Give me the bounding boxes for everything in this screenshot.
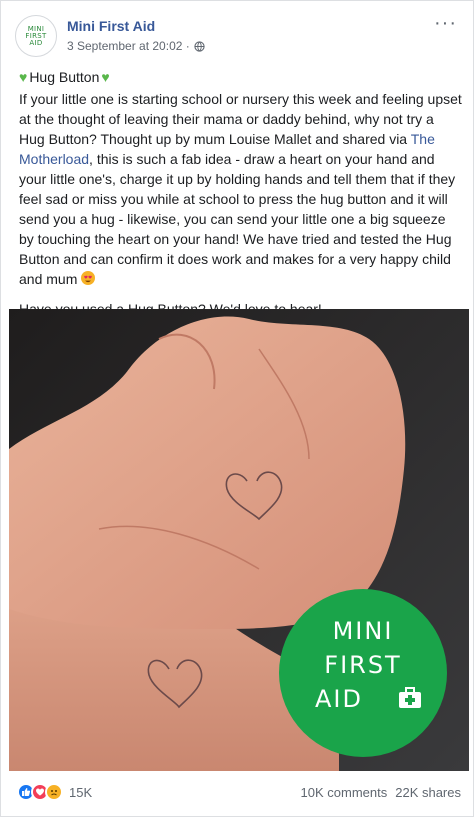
more-options-button[interactable]: ··· [434, 13, 457, 33]
post-title: Hug Button [29, 69, 100, 85]
page-name-link[interactable]: Mini First Aid [67, 18, 155, 34]
post-body: ♥ Hug Button ♥ If your little one is sta… [19, 67, 463, 319]
heart-eyes-emoji-icon [81, 271, 96, 285]
post-paragraph: If your little one is starting school or… [19, 89, 463, 289]
avatar[interactable]: MINI FIRST AID [15, 15, 57, 57]
badge-text: FIRST [324, 651, 402, 679]
badge-text: AID [315, 685, 363, 713]
post-text-part1: If your little one is starting school or… [19, 91, 462, 147]
shares-count-link[interactable]: 22K shares [395, 785, 461, 800]
sad-reaction-icon [45, 783, 63, 801]
reactions-summary[interactable]: 15K [17, 783, 92, 801]
post-photo[interactable]: MINI FIRST AID [9, 309, 469, 771]
green-heart-icon: ♥ [101, 69, 110, 85]
post-text-part2: , this is such a fab idea - draw a heart… [19, 151, 456, 287]
facebook-post: MINI FIRST AID Mini First Aid 3 Septembe… [0, 0, 474, 817]
reaction-count[interactable]: 15K [69, 785, 92, 800]
mini-first-aid-badge: MINI FIRST AID [279, 589, 447, 757]
badge-text: MINI [332, 617, 394, 645]
avatar-logo-line: AID [29, 38, 43, 47]
first-aid-kit-icon [399, 687, 421, 708]
post-stats: 10K comments 22K shares [301, 785, 461, 800]
post-timestamp[interactable]: 3 September at 20:02 · [67, 39, 190, 53]
post-footer: 15K 10K comments 22K shares [1, 771, 474, 811]
post-title-line: ♥ Hug Button ♥ [19, 67, 463, 87]
globe-icon [194, 40, 205, 52]
comments-count-link[interactable]: 10K comments [301, 785, 388, 800]
avatar-logo: MINI FIRST AID [21, 25, 51, 47]
post-meta: 3 September at 20:02 · [67, 39, 205, 53]
post-header: MINI FIRST AID Mini First Aid 3 Septembe… [15, 13, 463, 59]
green-heart-icon: ♥ [19, 69, 28, 85]
